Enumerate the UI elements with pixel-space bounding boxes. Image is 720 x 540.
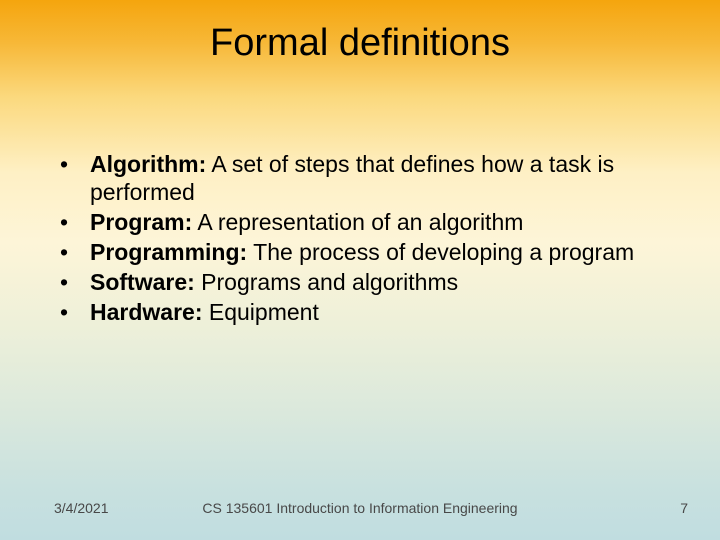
list-item: • Hardware: Equipment bbox=[54, 298, 666, 326]
definition: The process of developing a program bbox=[247, 239, 634, 265]
footer-course: CS 135601 Introduction to Information En… bbox=[0, 500, 720, 516]
bullet-icon: • bbox=[54, 238, 90, 266]
list-item-text: Algorithm: A set of steps that defines h… bbox=[90, 150, 666, 206]
slide-body: • Algorithm: A set of steps that defines… bbox=[54, 150, 666, 328]
term: Program: bbox=[90, 209, 192, 235]
list-item-text: Software: Programs and algorithms bbox=[90, 268, 666, 296]
definition: Equipment bbox=[202, 299, 318, 325]
bullet-icon: • bbox=[54, 298, 90, 326]
definition: A representation of an algorithm bbox=[192, 209, 523, 235]
term: Algorithm: bbox=[90, 151, 206, 177]
list-item-text: Programming: The process of developing a… bbox=[90, 238, 666, 266]
list-item-text: Hardware: Equipment bbox=[90, 298, 666, 326]
slide: Formal definitions • Algorithm: A set of… bbox=[0, 0, 720, 540]
slide-title: Formal definitions bbox=[0, 22, 720, 65]
list-item-text: Program: A representation of an algorith… bbox=[90, 208, 666, 236]
list-item: • Software: Programs and algorithms bbox=[54, 268, 666, 296]
bullet-icon: • bbox=[54, 208, 90, 236]
list-item: • Programming: The process of developing… bbox=[54, 238, 666, 266]
bullet-icon: • bbox=[54, 150, 90, 178]
bullet-icon: • bbox=[54, 268, 90, 296]
term: Programming: bbox=[90, 239, 247, 265]
term: Hardware: bbox=[90, 299, 202, 325]
list-item: • Program: A representation of an algori… bbox=[54, 208, 666, 236]
list-item: • Algorithm: A set of steps that defines… bbox=[54, 150, 666, 206]
term: Software: bbox=[90, 269, 195, 295]
footer-page-number: 7 bbox=[680, 500, 688, 516]
definition: Programs and algorithms bbox=[195, 269, 458, 295]
